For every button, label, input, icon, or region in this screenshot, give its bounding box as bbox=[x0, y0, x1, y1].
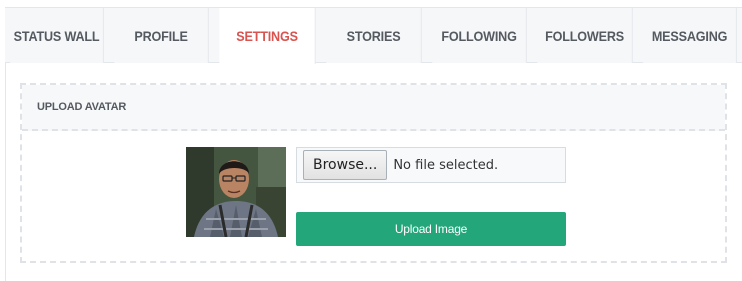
profile-tab-bar: STATUS WALL PROFILE SETTINGS STORIES FOL… bbox=[5, 7, 742, 64]
tab-followers[interactable]: FOLLOWERS bbox=[537, 8, 633, 63]
tab-following[interactable]: FOLLOWING bbox=[432, 8, 527, 63]
tab-status-wall[interactable]: STATUS WALL bbox=[10, 8, 104, 63]
upload-avatar-panel: UPLOAD AVATAR Browse... No file selected… bbox=[20, 83, 727, 263]
panel-heading: UPLOAD AVATAR bbox=[22, 85, 725, 131]
avatar bbox=[186, 147, 286, 237]
avatar-file-input[interactable]: Browse... No file selected. bbox=[296, 147, 566, 183]
tab-label: MESSAGING bbox=[651, 27, 728, 44]
tab-messaging[interactable]: MESSAGING bbox=[643, 8, 737, 63]
tab-profile[interactable]: PROFILE bbox=[114, 8, 209, 63]
browse-label: Browse... bbox=[313, 157, 378, 173]
tab-stories[interactable]: STORIES bbox=[326, 8, 422, 63]
file-status: No file selected. bbox=[393, 157, 499, 173]
tab-settings[interactable]: SETTINGS bbox=[219, 8, 316, 64]
browse-button[interactable]: Browse... bbox=[303, 150, 388, 180]
avatar-photo bbox=[186, 147, 286, 237]
content-border bbox=[5, 63, 6, 281]
panel-heading-text: UPLOAD AVATAR bbox=[37, 101, 127, 113]
upload-image-label: Upload Image bbox=[394, 222, 468, 236]
tab-label: STORIES bbox=[346, 27, 401, 44]
tab-label: STATUS WALL bbox=[13, 27, 100, 44]
upload-image-button[interactable]: Upload Image bbox=[296, 212, 566, 246]
tab-label: PROFILE bbox=[134, 27, 188, 44]
tab-label: FOLLOWING bbox=[441, 27, 517, 44]
tab-label: SETTINGS bbox=[236, 28, 298, 44]
tab-label: FOLLOWERS bbox=[545, 27, 624, 44]
